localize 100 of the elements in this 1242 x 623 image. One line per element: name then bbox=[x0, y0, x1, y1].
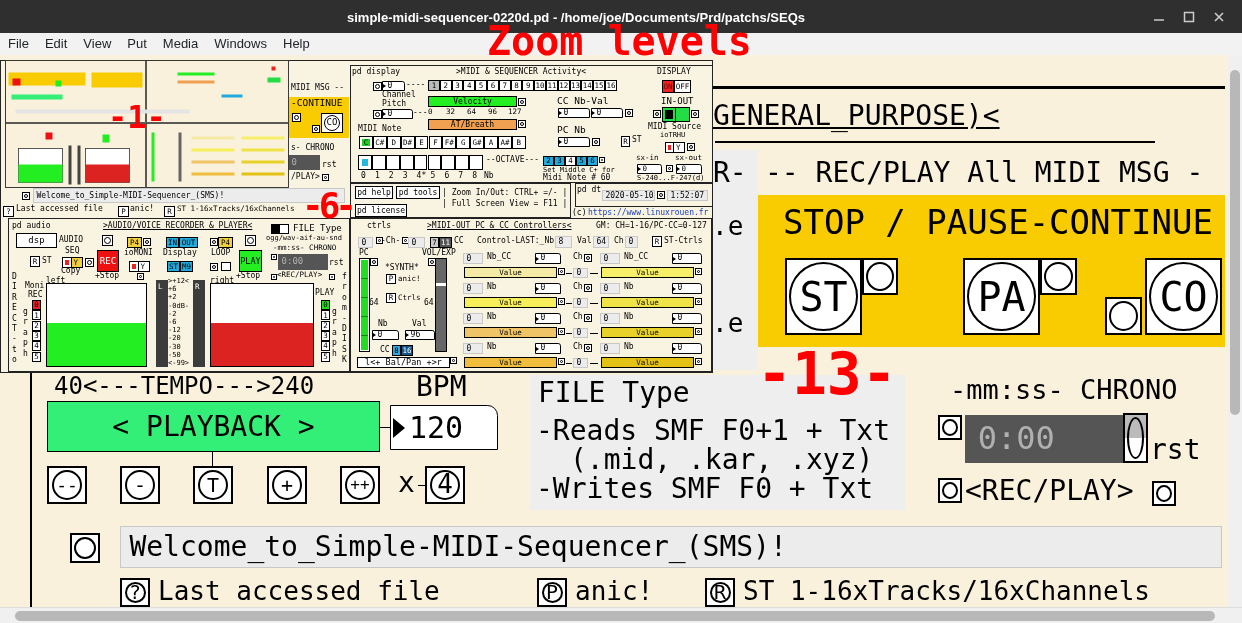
maximize-icon[interactable] bbox=[1182, 9, 1196, 24]
slider-bar[interactable]: Velocity bbox=[428, 96, 517, 107]
round-button[interactable]: CO bbox=[321, 113, 343, 133]
in-out-toggle[interactable] bbox=[662, 107, 690, 122]
bang-button[interactable] bbox=[518, 120, 526, 128]
octave-cell[interactable] bbox=[469, 155, 484, 170]
bang-button[interactable] bbox=[322, 174, 329, 181]
bang-button[interactable] bbox=[584, 314, 592, 322]
bang-button[interactable] bbox=[695, 298, 702, 305]
section-title: GENERAL_PURPOSE)< bbox=[713, 101, 1000, 131]
bang-button[interactable] bbox=[1040, 258, 1077, 295]
label: 40<---TEMPO--->240 bbox=[54, 374, 315, 400]
volume-slider[interactable] bbox=[435, 258, 447, 352]
octave-cell[interactable] bbox=[455, 155, 470, 170]
message-box: 0 bbox=[358, 237, 373, 248]
bang-button[interactable] bbox=[292, 113, 301, 122]
bang-button[interactable] bbox=[695, 268, 702, 275]
bang-button[interactable] bbox=[271, 274, 277, 280]
horizontal-scrollbar[interactable] bbox=[0, 607, 1242, 623]
round-button[interactable]: -- bbox=[47, 466, 87, 504]
bang-button[interactable] bbox=[938, 478, 962, 503]
round-button[interactable]: 4 bbox=[425, 466, 465, 504]
menu-item[interactable]: File bbox=[8, 34, 29, 54]
slider-thumb[interactable] bbox=[436, 283, 446, 287]
toggle-switch[interactable] bbox=[271, 224, 289, 234]
bang-button[interactable] bbox=[329, 274, 335, 280]
scrollbar-thumb[interactable] bbox=[1230, 70, 1240, 415]
bang-button[interactable] bbox=[625, 109, 633, 117]
round-button[interactable]: PA bbox=[963, 258, 1040, 335]
bang-button[interactable] bbox=[373, 82, 382, 91]
menu-item[interactable]: Put bbox=[127, 34, 147, 54]
bang-button[interactable] bbox=[657, 191, 665, 199]
bang-button[interactable] bbox=[22, 192, 30, 200]
close-icon[interactable] bbox=[1212, 9, 1226, 24]
bang-button[interactable] bbox=[373, 110, 382, 119]
bang-button[interactable] bbox=[1152, 481, 1176, 506]
bang-button[interactable] bbox=[584, 254, 592, 262]
patch-button[interactable]: PLAY bbox=[239, 250, 262, 272]
octave-cell[interactable] bbox=[441, 155, 456, 170]
bang-button[interactable] bbox=[85, 258, 94, 267]
bang-button[interactable] bbox=[695, 328, 702, 335]
reset-bang-button[interactable] bbox=[1123, 413, 1148, 463]
round-button[interactable]: + bbox=[267, 466, 307, 504]
menu-item[interactable]: Help bbox=[283, 34, 310, 54]
bang-button[interactable] bbox=[245, 235, 256, 246]
label: ---- bbox=[406, 81, 426, 90]
patch-button[interactable]: REC bbox=[97, 250, 119, 272]
slider-bar[interactable]: AT/Breath bbox=[428, 119, 517, 130]
bang-button[interactable] bbox=[584, 344, 592, 352]
round-button[interactable]: CO bbox=[1145, 258, 1222, 335]
bang-button[interactable] bbox=[210, 238, 218, 246]
round-button[interactable]: R bbox=[705, 578, 735, 607]
octave-cell[interactable] bbox=[358, 155, 372, 170]
loop-toggle[interactable] bbox=[221, 262, 231, 271]
menu-item[interactable]: Windows bbox=[214, 34, 267, 54]
bang-button[interactable] bbox=[687, 143, 695, 151]
bang-button[interactable] bbox=[558, 298, 565, 305]
round-button[interactable]: ST bbox=[785, 258, 862, 335]
patch-button[interactable]: dsp bbox=[16, 233, 57, 248]
round-button[interactable]: ++ bbox=[340, 466, 380, 504]
bang-button[interactable] bbox=[1105, 297, 1142, 335]
bang-button[interactable] bbox=[70, 533, 100, 563]
bang-button[interactable] bbox=[143, 238, 151, 246]
round-button[interactable]: - bbox=[120, 466, 160, 504]
bang-button[interactable] bbox=[450, 357, 457, 364]
menu-item[interactable]: View bbox=[83, 34, 112, 54]
bang-button[interactable] bbox=[584, 284, 592, 292]
bang-button[interactable] bbox=[558, 358, 565, 365]
label: anic! bbox=[130, 205, 155, 214]
round-button[interactable]: P bbox=[537, 578, 567, 607]
menu-item[interactable]: Edit bbox=[44, 34, 68, 54]
bang-button[interactable] bbox=[695, 358, 702, 365]
bang-button[interactable] bbox=[137, 273, 144, 280]
bang-button[interactable] bbox=[558, 268, 565, 275]
patch-button[interactable]: pd tools bbox=[396, 186, 440, 199]
menu-item[interactable]: Media bbox=[162, 34, 199, 54]
patch-button[interactable]: l<+ Bal/Pan +>r bbox=[357, 357, 450, 368]
number-box[interactable]: 120 bbox=[390, 405, 498, 450]
round-button[interactable]: T bbox=[193, 466, 233, 504]
bang-button[interactable] bbox=[862, 258, 898, 295]
bang-button[interactable] bbox=[376, 237, 383, 244]
bang-button[interactable] bbox=[312, 125, 320, 133]
bang-button[interactable] bbox=[653, 110, 661, 118]
bang-button[interactable] bbox=[592, 138, 600, 146]
round-button[interactable]: ? bbox=[120, 578, 150, 607]
patch-button[interactable]: < PLAYBACK > bbox=[47, 401, 380, 452]
website-link[interactable]: https://www.linuxrouen.fr bbox=[588, 209, 709, 218]
bang-button[interactable] bbox=[518, 98, 526, 106]
bang-button[interactable] bbox=[666, 165, 673, 172]
bang-button[interactable] bbox=[938, 415, 962, 440]
patch-button[interactable]: pd help bbox=[355, 186, 393, 199]
bang-button[interactable] bbox=[102, 235, 113, 246]
bang-button[interactable] bbox=[691, 110, 699, 118]
message-box: 0 bbox=[408, 237, 425, 248]
bang-button[interactable] bbox=[210, 263, 218, 271]
bang-button[interactable] bbox=[271, 254, 277, 260]
patch-button[interactable]: pd license bbox=[355, 204, 407, 217]
bang-button[interactable] bbox=[558, 328, 565, 335]
bang-button[interactable] bbox=[599, 157, 605, 163]
bang-button[interactable] bbox=[370, 258, 378, 266]
